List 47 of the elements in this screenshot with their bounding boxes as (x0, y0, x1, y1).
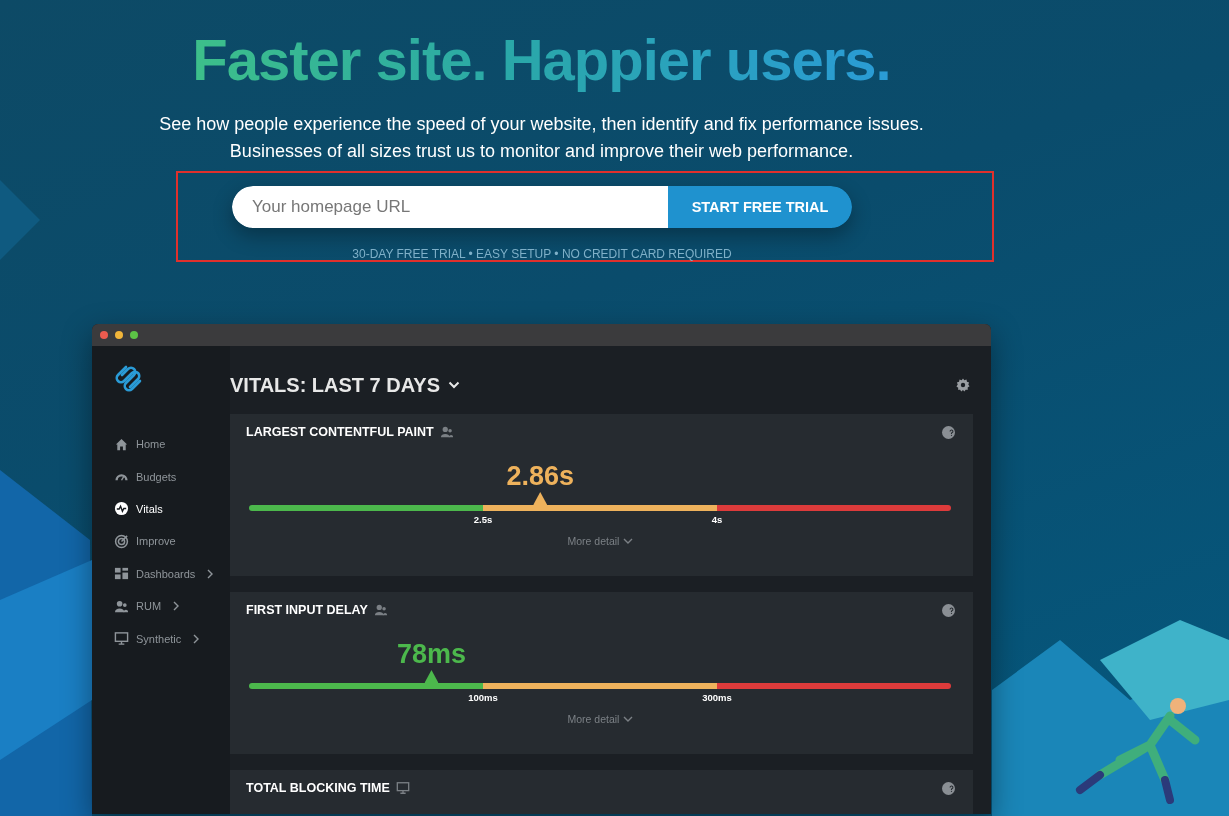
minimize-dot-icon[interactable] (115, 331, 123, 339)
grid-icon (114, 566, 129, 582)
settings-icon[interactable] (956, 378, 970, 392)
sidebar-item[interactable]: Dashboards (114, 557, 230, 590)
chevron-icon (623, 537, 634, 545)
more-detail-link[interactable]: More detail (567, 535, 634, 547)
sidebar-item[interactable]: Improve (114, 525, 230, 558)
zoom-dot-icon[interactable] (130, 331, 138, 339)
dashboard-title-dropdown[interactable]: VITALS: LAST 7 DAYS (230, 373, 461, 397)
help-icon[interactable] (942, 425, 955, 439)
users-icon (114, 598, 129, 614)
logo-icon (114, 363, 144, 393)
card-title: TOTAL BLOCKING TIME (246, 781, 390, 795)
help-icon[interactable] (942, 603, 955, 617)
monitor-icon (395, 781, 410, 795)
chevron-icon (173, 601, 180, 612)
pulse-icon (114, 501, 129, 517)
chevron-icon (207, 568, 214, 579)
card-title: LARGEST CONTENTFUL PAINT (246, 425, 434, 439)
chevron-icon (623, 715, 634, 723)
url-input-field[interactable]: Your homepage URL (232, 186, 668, 228)
sidebar-item[interactable]: Home (114, 428, 230, 461)
subtitle-line: Businesses of all sizes trust us to monitor and improve their web performance. (228, 140, 855, 163)
monitor-icon (114, 631, 129, 647)
threshold-label: 100ms (468, 692, 498, 703)
users-icon (439, 425, 454, 439)
users-icon (373, 603, 388, 617)
close-dot-icon[interactable] (100, 331, 108, 339)
target-icon (114, 533, 129, 549)
threshold-label: 2.5s (473, 514, 493, 525)
threshold-label: 4s (711, 514, 723, 525)
card-title: FIRST INPUT DELAY (246, 603, 368, 617)
sidebar-item[interactable]: Budgets (114, 460, 230, 493)
sidebar-item[interactable]: RUM (114, 589, 230, 623)
subtitle-line: See how people experience the speed of your website, then identify and fix performance issues. (159, 113, 924, 136)
sidebar-item[interactable]: Synthetic (114, 622, 230, 655)
chevron-icon (193, 633, 200, 644)
sidebar-item[interactable]: Vitals (114, 492, 230, 526)
fine-print: 30-DAY FREE TRIAL • EASY SETUP • NO CREDIT CARD REQUIRED (352, 247, 732, 261)
help-icon[interactable] (942, 781, 955, 795)
metric-value: 2.86s (506, 461, 575, 491)
threshold-label: 300ms (702, 692, 732, 703)
metric-value: 78ms (397, 639, 467, 669)
start-trial-button[interactable]: START FREE TRIAL (668, 186, 852, 228)
home-icon (114, 436, 129, 452)
caret-icon (448, 381, 461, 389)
more-detail-link[interactable]: More detail (567, 713, 634, 725)
